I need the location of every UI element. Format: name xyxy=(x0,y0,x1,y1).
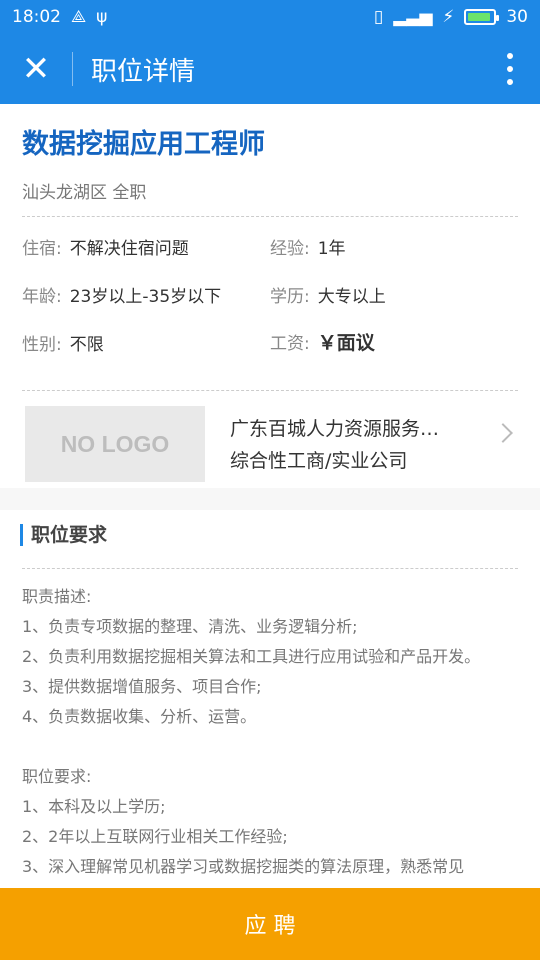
share-icon: ⟁ xyxy=(71,7,87,27)
signal-icon: ▂▃▅ xyxy=(393,7,433,27)
divider xyxy=(22,568,518,569)
info-education: 学历: 大专以上 xyxy=(270,287,386,307)
info-experience: 经验: 1年 xyxy=(270,239,346,259)
chevron-right-icon xyxy=(493,423,513,443)
job-title: 数据挖掘应用工程师 xyxy=(22,129,265,160)
company-logo: NO LOGO xyxy=(25,406,205,482)
job-location: 汕头龙湖区 全职 xyxy=(22,183,147,203)
info-accommodation: 住宿: 不解决住宿问题 xyxy=(22,239,189,259)
vibrate-icon: ▯ xyxy=(373,7,384,27)
app-bar: ✕ 职位详情 xyxy=(0,34,540,104)
divider xyxy=(72,52,73,86)
page-title: 职位详情 xyxy=(91,56,196,87)
battery-level: 30 xyxy=(506,7,528,27)
status-time: 18:02 xyxy=(12,7,61,27)
company-name: 广东百城人力资源服务… xyxy=(230,418,440,440)
divider xyxy=(22,390,518,391)
close-icon[interactable]: ✕ xyxy=(0,34,72,104)
battery-icon xyxy=(464,9,500,25)
info-age: 年龄: 23岁以上-35岁以下 xyxy=(22,287,222,307)
usb-icon: ψ xyxy=(96,7,108,27)
more-menu-icon[interactable] xyxy=(480,34,540,104)
status-bar: 18:02 ⟁ ψ ▯ ▂▃▅ ⚡ 30 xyxy=(0,0,540,34)
company-row[interactable]: NO LOGO 广东百城人力资源服务… 综合性工商/实业公司 xyxy=(0,404,540,486)
company-type: 综合性工商/实业公司 xyxy=(230,450,408,472)
section-title: 职位要求 xyxy=(20,524,107,546)
job-card: 数据挖掘应用工程师 汕头龙湖区 全职 住宿: 不解决住宿问题 经验: 1年 年龄: 2… xyxy=(0,104,540,488)
info-salary: 工资: ￥面议 xyxy=(270,332,375,354)
apply-button[interactable]: 应 聘 xyxy=(0,888,540,960)
info-gender: 性别: 不限 xyxy=(22,335,104,355)
requirements-text: 职责描述: 1、负责专项数据的整理、清洗、业务逻辑分析; 2、负责利用数据挖掘相… xyxy=(22,587,481,876)
charging-icon: ⚡ xyxy=(442,7,455,27)
divider xyxy=(22,216,518,217)
